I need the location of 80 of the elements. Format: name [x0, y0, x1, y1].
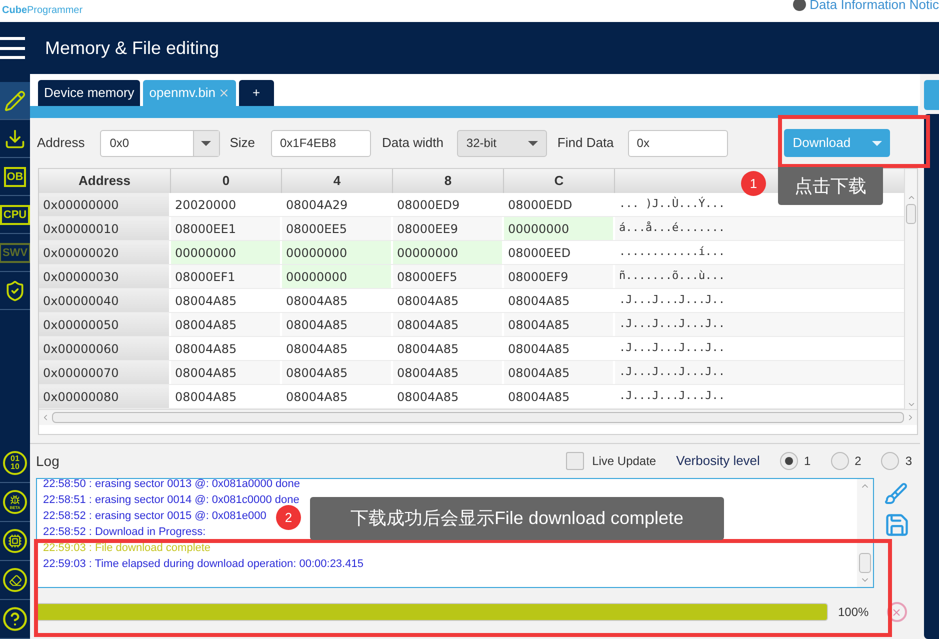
address-cell: 0x00000040	[39, 289, 171, 312]
logo-text: CubeProgrammer	[2, 6, 83, 16]
caret-icon	[872, 140, 882, 146]
ascii-cell-text: .J...J...J...J..	[618, 364, 725, 380]
scroll-down-icon[interactable]	[906, 400, 916, 409]
table-cell: 00000000	[282, 241, 393, 264]
address-cell: 0x00000070	[39, 361, 171, 384]
progress-reading: 100%	[838, 604, 869, 621]
address-cell: 0x00000080	[39, 385, 171, 408]
vertical-scrollbar[interactable]	[904, 169, 917, 409]
scroll-thumb[interactable]	[859, 553, 871, 573]
live-update-label: Live Update	[592, 453, 656, 470]
log-line: 22:59:03 : File download complete	[43, 541, 211, 556]
log-line: 22:59:03 : Time elapsed during download operation: 00:00:23.415	[43, 557, 364, 572]
eraser-icon	[8, 574, 22, 586]
ascii-cell-text: .J...J...J...J..	[618, 340, 725, 356]
data-width-dropdown[interactable]: 32-bit	[457, 130, 548, 156]
cancel-icon[interactable]	[886, 602, 907, 622]
verbosity-label: Verbosity level	[676, 452, 760, 470]
sidebar-button[interactable]	[0, 82, 30, 120]
find-data-field[interactable]: 0x	[628, 130, 728, 156]
table-cell: 00000000	[393, 241, 504, 264]
radio-label: 1	[804, 453, 811, 470]
ascii-cell-text: ñ.......õ...ù...	[618, 268, 725, 284]
data-width-label: Data width	[382, 134, 444, 152]
address-cell: 0x00000020	[39, 241, 171, 264]
info-icon	[792, 0, 806, 12]
scroll-left-icon[interactable]	[41, 413, 50, 422]
live-update-checkbox[interactable]	[566, 452, 584, 470]
address-cell: 0x00000010	[39, 217, 171, 240]
find-data-label: Find Data	[557, 134, 614, 152]
pencil-icon	[4, 90, 26, 112]
tooltip-callout: 下载成功后会显示File download complete	[310, 497, 724, 540]
vertical-scrollbar[interactable]	[857, 479, 873, 587]
ascii-cell-text: ... )J..Ù...Ý...	[618, 196, 725, 212]
address-cell: 0x00000060	[39, 337, 171, 360]
radio-button[interactable]	[830, 452, 849, 470]
caret-icon	[528, 140, 538, 146]
ascii-cell-text: .J...J...J...J..	[618, 316, 725, 332]
size-label: Size	[230, 134, 255, 152]
log-title: Log	[36, 452, 60, 471]
ascii-cell-text: .J...J...J...J..	[618, 388, 725, 404]
close-icon[interactable]	[218, 87, 230, 99]
radio-button[interactable]	[780, 452, 798, 470]
address-cell: 0x00000000	[39, 193, 171, 216]
scroll-right-icon[interactable]	[906, 413, 915, 422]
tab[interactable]: Device memory	[38, 80, 140, 106]
tooltip-callout: 点击下载	[778, 167, 883, 205]
address-label: Address	[37, 134, 85, 152]
radio-button[interactable]	[881, 452, 900, 470]
radio-label: 2	[854, 453, 862, 470]
log-line: 22:58:52 : Download in Progress:	[43, 525, 206, 540]
address-cell: 0x00000050	[39, 313, 171, 336]
menu-icon[interactable]	[0, 37, 25, 59]
scroll-thumb[interactable]	[52, 412, 904, 423]
tab[interactable]: +	[238, 80, 274, 106]
scroll-up-icon[interactable]	[906, 193, 916, 202]
page-title: Memory & File editing	[45, 36, 220, 60]
radio-label: 3	[905, 453, 912, 470]
ascii-cell-text: ............í...	[618, 244, 725, 260]
horizontal-scrollbar[interactable]	[39, 409, 917, 425]
caret-icon	[201, 140, 212, 146]
ascii-cell-text: á...å...é.......	[618, 220, 725, 236]
scroll-thumb[interactable]	[906, 204, 916, 224]
log-line: 22:58:52 : erasing sector 0015 @: 0x081e000	[43, 509, 266, 524]
log-line: 22:58:50 : erasing sector 0013 @: 0x081a0000 done	[43, 477, 300, 492]
size-field[interactable]: 0x1F4EB8	[271, 130, 371, 156]
download-icon	[4, 128, 26, 150]
chip-icon	[8, 534, 22, 548]
ascii-cell-text: .J...J...J...J..	[618, 292, 725, 308]
address-dropdown[interactable]: 0x0	[100, 130, 220, 156]
table-cell: 00000000	[282, 265, 393, 288]
shield-icon	[4, 280, 26, 302]
bug-icon	[10, 494, 20, 504]
help-icon	[2, 606, 28, 632]
save-icon[interactable]	[884, 512, 910, 538]
log-line: 22:58:51 : erasing sector 0014 @: 0x081c0000 done	[43, 493, 300, 508]
table-cell: 00000000	[504, 217, 615, 240]
table-cell: 00000000	[171, 241, 282, 264]
address-cell: 0x00000030	[39, 265, 171, 288]
